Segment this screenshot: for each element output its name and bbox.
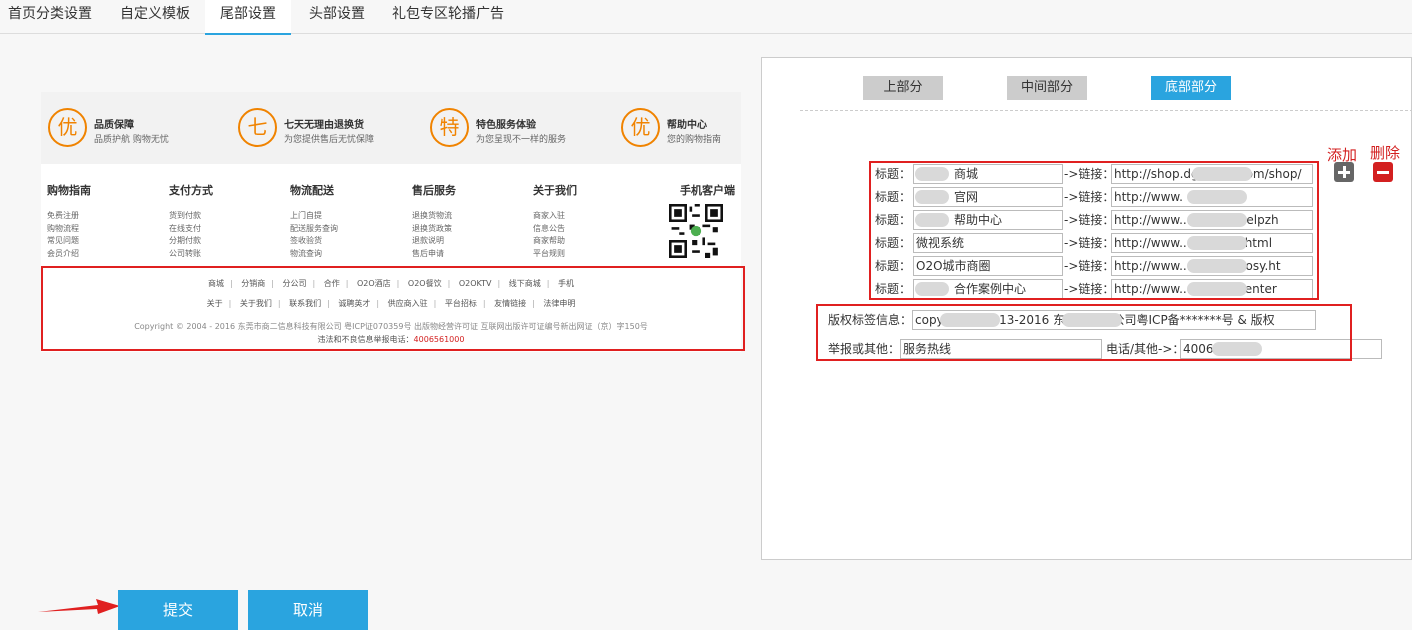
column-link[interactable]: 签收验货 — [290, 235, 400, 248]
divider — [800, 110, 1412, 111]
mobile-client-title: 手机客户端 — [680, 184, 735, 197]
top-tab-bar: 首页分类设置 自定义模板 尾部设置 头部设置 礼包专区轮播广告 — [0, 0, 1412, 35]
service-badge-icon: 七 — [238, 108, 277, 147]
column-link[interactable]: 货到付款 — [169, 210, 279, 223]
column-link[interactable]: 商家入驻 — [533, 210, 643, 223]
delete-icon[interactable] — [1373, 162, 1393, 182]
column-link[interactable]: 售后申请 — [412, 248, 522, 261]
service-badge-icon: 优 — [621, 108, 660, 147]
footer-settings-panel: 上部分 中间部分 底部部分 添加 删除 标题： 商城 ->链接： http://… — [761, 57, 1412, 560]
service-item: 七 七天无理由退换货 为您提供售后无忧保障 — [238, 108, 408, 148]
column-link[interactable]: 配送服务查询 — [290, 223, 400, 236]
footer-column: 购物指南 免费注册 购物流程 常见问题 会员介绍 — [47, 182, 157, 260]
column-link[interactable]: 退款说明 — [412, 235, 522, 248]
column-link[interactable]: 购物流程 — [47, 223, 157, 236]
column-link[interactable]: 在线支付 — [169, 223, 279, 236]
column-link[interactable]: 会员介绍 — [47, 248, 157, 261]
service-title: 帮助中心 — [667, 120, 707, 131]
service-subtitle: 为您提供售后无忧保障 — [284, 135, 375, 145]
footer-column: 物流配送 上门自提 配送服务查询 签收验货 物流查询 — [290, 182, 400, 260]
column-link[interactable]: 平台规则 — [533, 248, 643, 261]
column-title: 物流配送 — [290, 184, 334, 197]
submit-button[interactable]: 提交 — [118, 590, 238, 630]
tab-footer-settings[interactable]: 尾部设置 — [205, 0, 291, 35]
service-item: 优 帮助中心 您的购物指南 — [621, 108, 736, 148]
service-badge-icon: 优 — [48, 108, 87, 147]
column-title: 关于我们 — [533, 184, 577, 197]
service-item: 优 品质保障 品质护航 购物无忧 — [48, 108, 208, 148]
column-link[interactable]: 信息公告 — [533, 223, 643, 236]
service-subtitle: 您的购物指南 — [667, 135, 722, 145]
tab-custom-template[interactable]: 自定义模板 — [110, 0, 200, 34]
service-title: 品质保障 — [94, 120, 134, 131]
column-link[interactable]: 退换货物流 — [412, 210, 522, 223]
column-link[interactable]: 免费注册 — [47, 210, 157, 223]
subtab-bottom[interactable]: 底部部分 — [1151, 76, 1231, 100]
column-link[interactable]: 分期付款 — [169, 235, 279, 248]
footer-column: 售后服务 退换货物流 退换货政策 退款说明 售后申请 — [412, 182, 522, 260]
column-title: 支付方式 — [169, 184, 213, 197]
subtab-top[interactable]: 上部分 — [863, 76, 943, 100]
qr-code-icon — [669, 204, 723, 258]
service-badge-icon: 特 — [430, 108, 469, 147]
service-subtitle: 品质护航 购物无忧 — [94, 135, 169, 145]
cancel-button[interactable]: 取消 — [248, 590, 368, 630]
column-title: 购物指南 — [47, 184, 91, 197]
footer-column: 关于我们 商家入驻 信息公告 商家帮助 平台规则 — [533, 182, 643, 260]
service-title: 特色服务体验 — [476, 120, 536, 131]
highlight-frame — [869, 161, 1319, 300]
column-link[interactable]: 上门自提 — [290, 210, 400, 223]
footer-columns: 购物指南 免费注册 购物流程 常见问题 会员介绍 支付方式 货到付款 在线支付 … — [41, 164, 741, 264]
column-link[interactable]: 商家帮助 — [533, 235, 643, 248]
column-title: 售后服务 — [412, 184, 456, 197]
tab-gift-carousel[interactable]: 礼包专区轮播广告 — [383, 0, 513, 34]
column-link[interactable]: 物流查询 — [290, 248, 400, 261]
footer-column: 支付方式 货到付款 在线支付 分期付款 公司转账 — [169, 182, 279, 260]
subtab-middle[interactable]: 中间部分 — [1007, 76, 1087, 100]
service-subtitle: 为您呈现不一样的服务 — [476, 135, 567, 145]
tab-header-settings[interactable]: 头部设置 — [297, 0, 377, 34]
highlight-frame — [816, 304, 1352, 361]
delete-label: 删除 — [1370, 144, 1401, 162]
column-link[interactable]: 退换货政策 — [412, 223, 522, 236]
add-icon[interactable] — [1334, 162, 1354, 182]
column-link[interactable]: 常见问题 — [47, 235, 157, 248]
highlight-frame — [41, 266, 745, 351]
tab-homepage-category[interactable]: 首页分类设置 — [0, 0, 100, 34]
service-item: 特 特色服务体验 为您呈现不一样的服务 — [430, 108, 600, 148]
pointer-arrow-icon — [38, 599, 120, 614]
service-title: 七天无理由退换货 — [284, 120, 364, 131]
column-link[interactable]: 公司转账 — [169, 248, 279, 261]
service-bar: 优 品质保障 品质护航 购物无忧 七 七天无理由退换货 为您提供售后无忧保障 特… — [41, 92, 741, 164]
